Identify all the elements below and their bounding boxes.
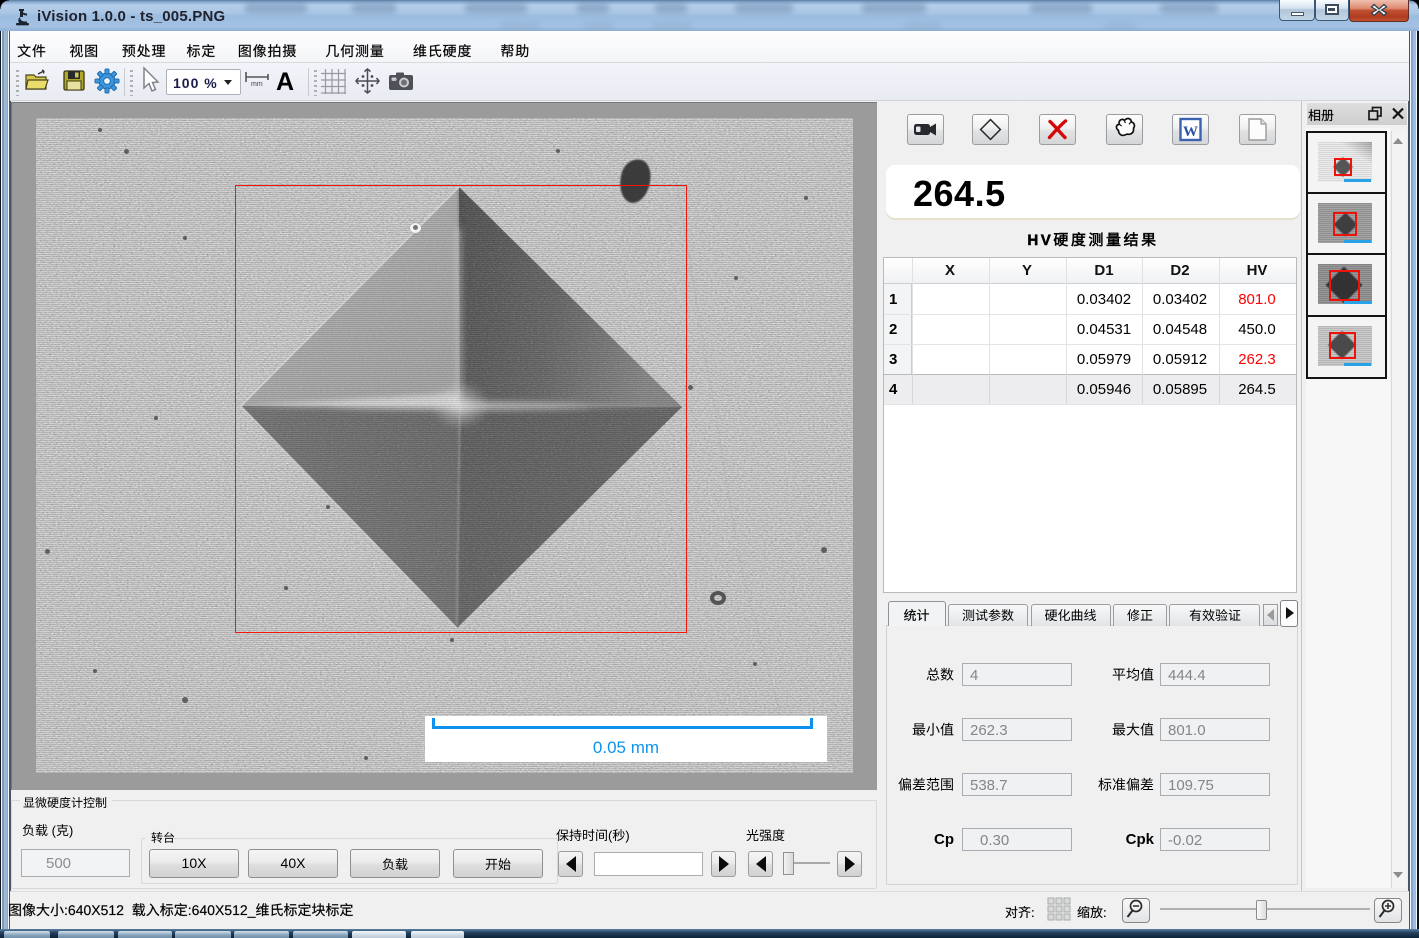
svg-text:mm: mm	[251, 81, 263, 88]
svg-text:W: W	[1183, 124, 1198, 140]
